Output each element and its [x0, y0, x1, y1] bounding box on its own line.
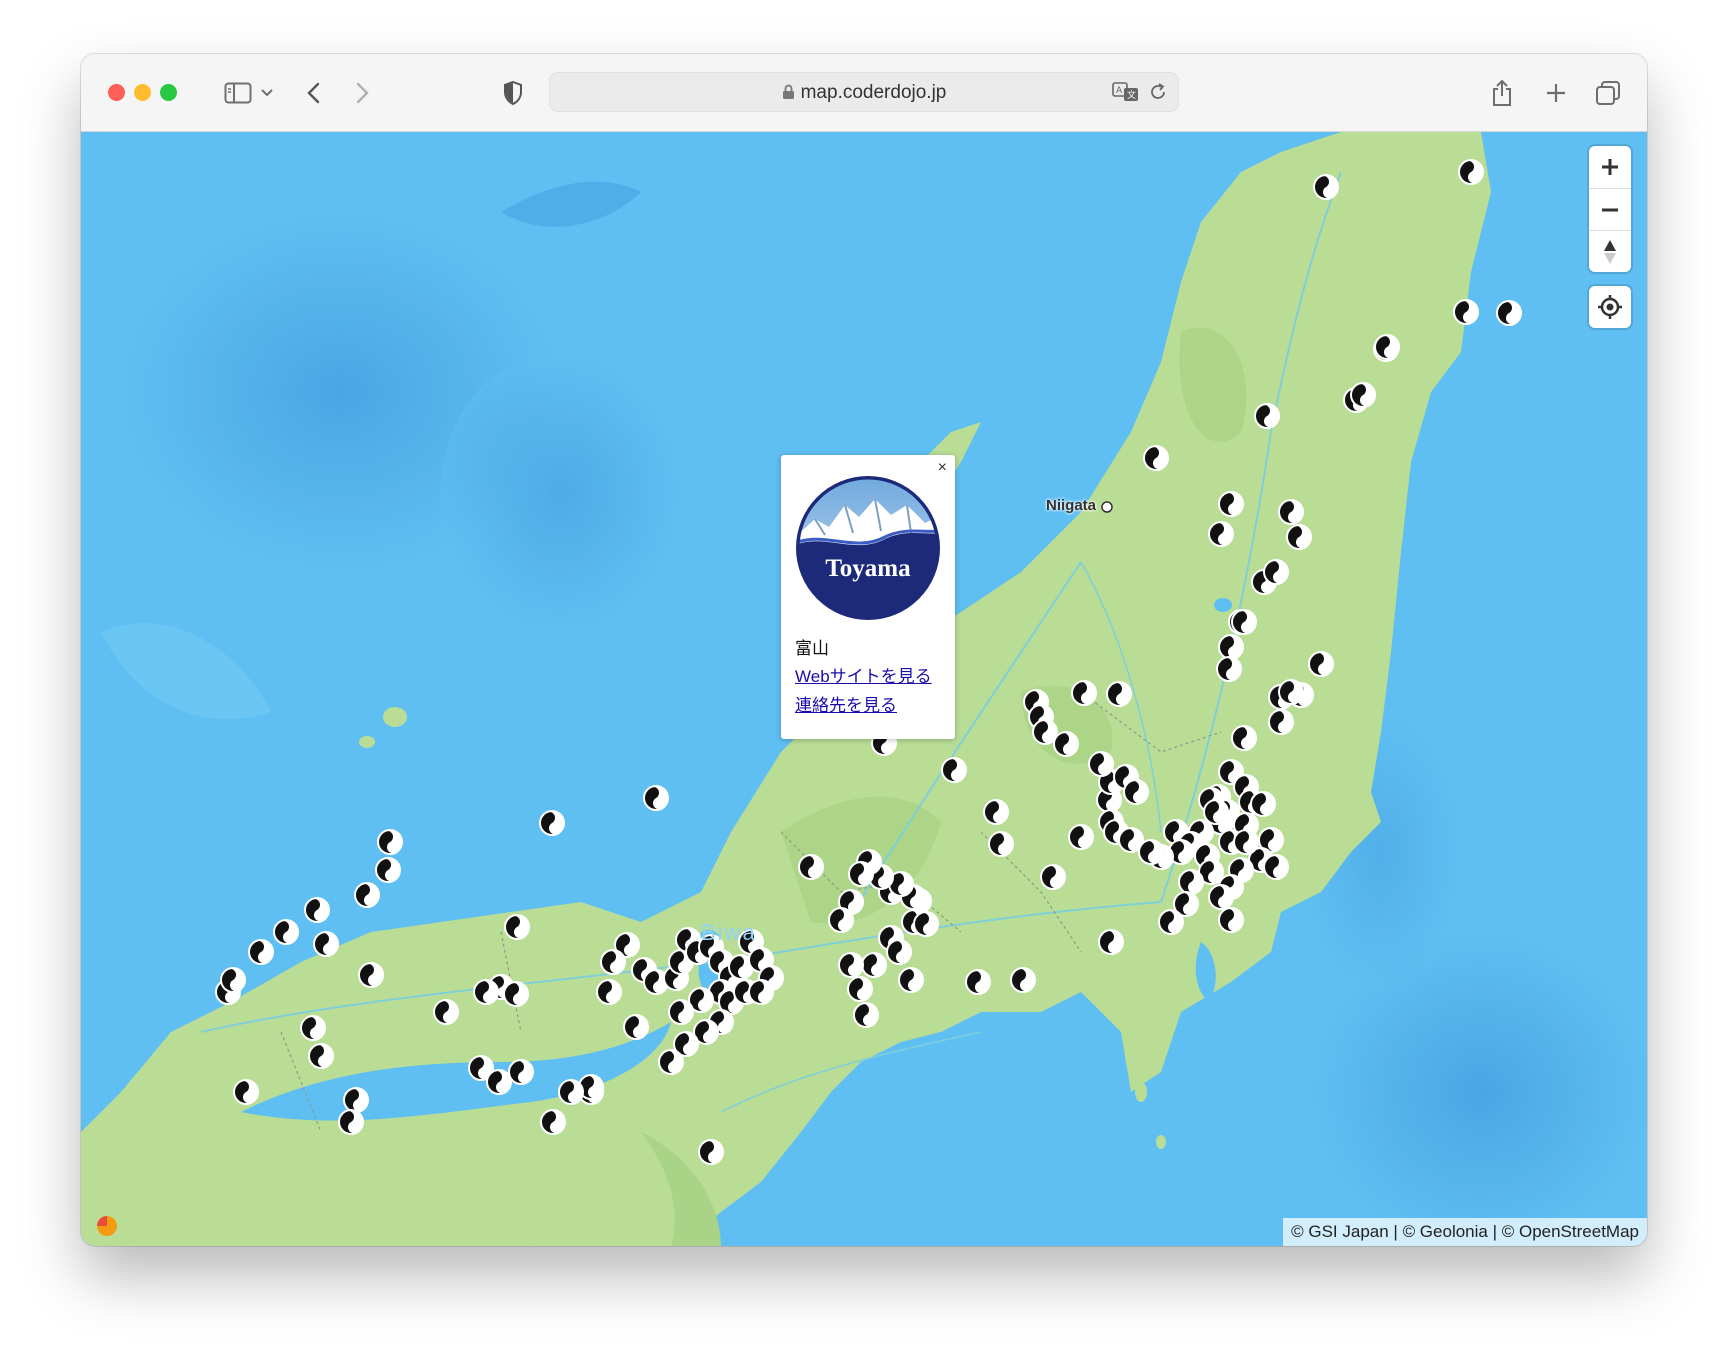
map-attribution: © GSI Japan | © Geolonia | © OpenStreetM… [1283, 1218, 1647, 1246]
svg-text:A: A [1116, 86, 1123, 96]
tabs-overview-icon[interactable] [1593, 74, 1623, 112]
map-canvas[interactable]: Niigata Biwa × Toyama 富山 Webサイトを見る 連絡先を見… [81, 132, 1647, 1246]
zoom-in-icon[interactable] [1589, 146, 1631, 188]
compass-icon[interactable] [1589, 230, 1631, 272]
shield-icon[interactable] [501, 74, 525, 112]
forward-icon[interactable] [351, 74, 375, 112]
city-label-niigata: Niigata [1046, 497, 1097, 514]
coderdojo-marker-icon[interactable] [248, 936, 277, 966]
maximize-window-button[interactable] [160, 84, 177, 101]
minimize-window-button[interactable] [134, 84, 151, 101]
coderdojo-marker-icon[interactable] [354, 879, 383, 909]
browser-window: map.coderdojo.jp A文 Niigata Biwa × Toyam… [81, 54, 1647, 1246]
coderdojo-marker-icon[interactable] [1496, 297, 1525, 327]
coderdojo-marker-icon[interactable] [375, 854, 404, 884]
sidebar-icon[interactable] [222, 74, 254, 112]
website-link[interactable]: Webサイトを見る [795, 662, 932, 687]
lock-icon [782, 84, 794, 99]
logo-text: Toyama [825, 555, 911, 582]
url-value: map.coderdojo.jp [800, 82, 947, 103]
close-window-button[interactable] [108, 84, 125, 101]
share-icon[interactable] [1487, 74, 1517, 112]
new-tab-icon[interactable] [1541, 74, 1571, 112]
dojo-popup: × Toyama 富山 Webサイトを見る 連絡先を見る [781, 455, 955, 739]
coderdojo-marker-icon[interactable] [377, 826, 406, 856]
url-text: map.coderdojo.jp [550, 73, 1178, 113]
zoom-out-icon[interactable] [1589, 188, 1631, 230]
browser-toolbar: map.coderdojo.jp A文 [81, 54, 1647, 132]
coderdojo-marker-icon[interactable] [643, 782, 672, 812]
lake-label-biwa: Biwa [701, 920, 757, 945]
contact-link[interactable]: 連絡先を見る [795, 691, 897, 716]
coderdojo-marker-icon[interactable] [539, 807, 568, 837]
translate-icon[interactable]: A文 [1112, 82, 1140, 107]
toyama-logo: Toyama [796, 476, 940, 620]
coderdojo-marker-icon[interactable] [304, 894, 333, 924]
geolocate-icon[interactable] [1589, 286, 1631, 328]
reload-icon[interactable] [1148, 82, 1168, 107]
back-icon[interactable] [301, 74, 325, 112]
navigation-control [1589, 146, 1631, 272]
svg-text:文: 文 [1127, 89, 1136, 101]
coderdojo-marker-icon[interactable] [220, 964, 249, 994]
dojo-name: 富山 [795, 639, 829, 658]
address-bar[interactable]: map.coderdojo.jp A文 [549, 72, 1179, 112]
chevron-down-icon[interactable] [259, 74, 275, 112]
coderdojo-marker-icon[interactable] [273, 916, 302, 946]
